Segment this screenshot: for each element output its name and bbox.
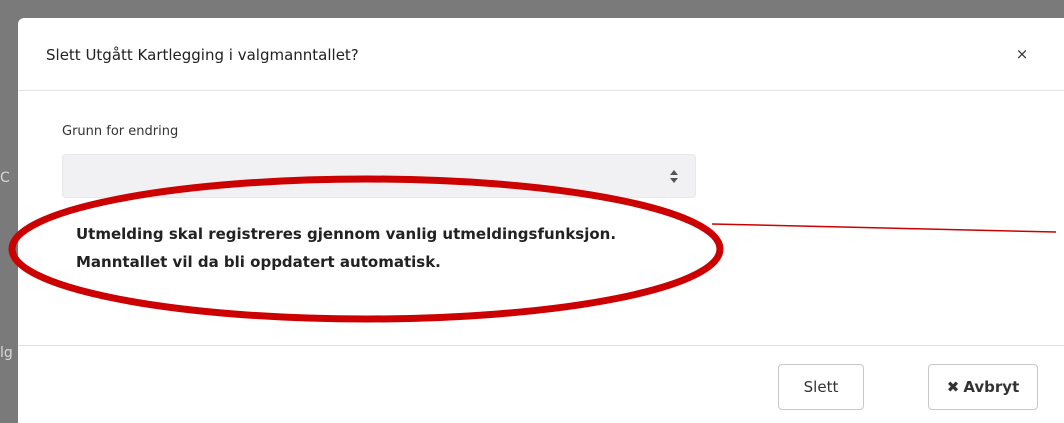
backdrop-text-fragment: lg: [0, 345, 13, 361]
cancel-button-label: Avbryt: [963, 378, 1020, 396]
info-message: Utmelding skal registreres gjennom vanli…: [76, 220, 616, 276]
dialog-title: Slett Utgått Kartlegging i valgmanntalle…: [46, 46, 359, 64]
delete-button[interactable]: Slett: [778, 364, 864, 410]
delete-dialog: Slett Utgått Kartlegging i valgmanntalle…: [18, 18, 1064, 423]
reason-select[interactable]: [62, 154, 696, 198]
info-line: Manntallet vil da bli oppdatert automati…: [76, 253, 441, 271]
footer-divider: [18, 345, 1064, 346]
sort-arrows-icon: [670, 170, 678, 183]
close-icon[interactable]: ×: [1012, 44, 1032, 64]
cancel-button[interactable]: ✖ Avbryt: [928, 364, 1038, 410]
info-line: Utmelding skal registreres gjennom vanli…: [76, 225, 617, 243]
backdrop-text-fragment: C: [0, 170, 10, 186]
close-icon: ✖: [946, 378, 960, 396]
dialog-header: Slett Utgått Kartlegging i valgmanntalle…: [18, 18, 1064, 91]
reason-field-label: Grunn for endring: [62, 124, 179, 139]
